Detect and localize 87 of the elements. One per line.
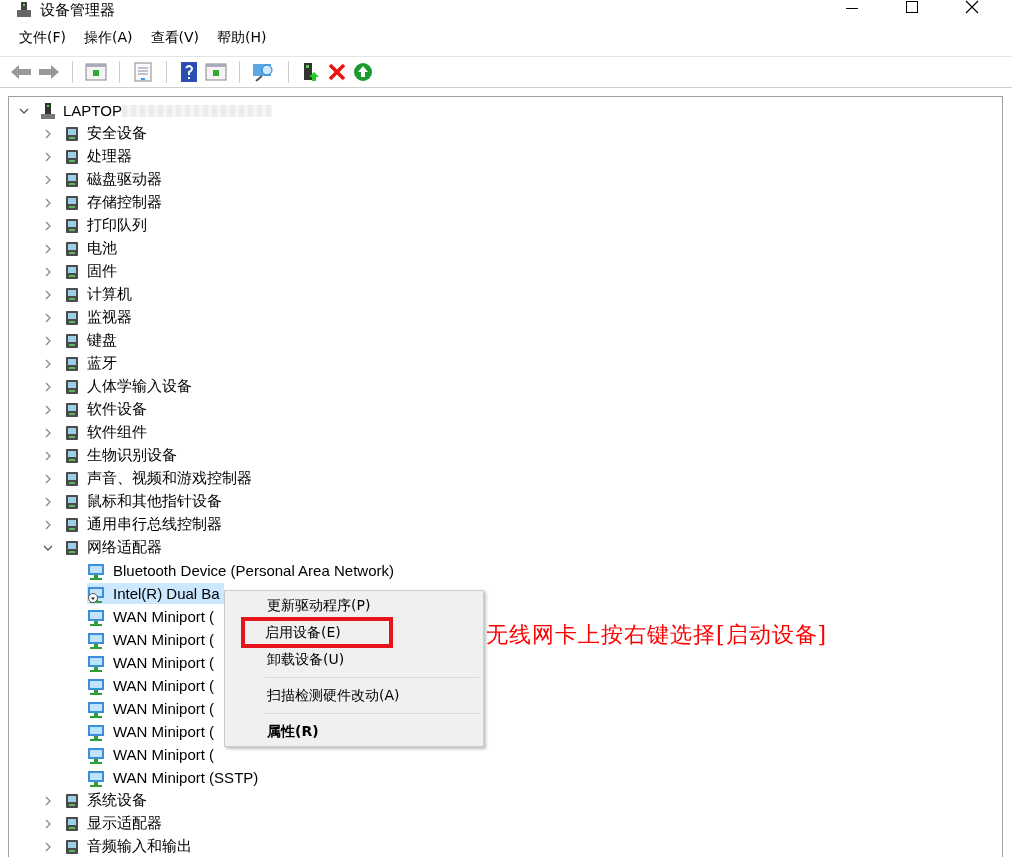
network-adapter-icon	[87, 653, 107, 672]
menu-item[interactable]: 查看(V)	[143, 29, 206, 47]
tree-item[interactable]: 固件	[87, 262, 117, 281]
tree-item[interactable]: 通用串行总线控制器	[87, 515, 222, 534]
device-icon	[63, 262, 81, 281]
tree-item[interactable]: Bluetooth Device (Personal Area Network)	[87, 560, 398, 581]
tree-item[interactable]: 监视器	[87, 308, 132, 327]
tree-item[interactable]: 人体学输入设备	[87, 377, 192, 396]
help-icon[interactable]	[179, 62, 199, 82]
back-arrow-icon[interactable]	[10, 63, 32, 81]
network-adapter-icon	[87, 699, 107, 718]
properties-pane-icon[interactable]	[85, 62, 107, 82]
tree-item[interactable]: 打印队列	[87, 216, 147, 235]
menu-item[interactable]: 文件(F)	[12, 29, 73, 47]
tree-item[interactable]: 生物识别设备	[87, 446, 177, 465]
network-adapter-icon	[87, 768, 107, 787]
menu-item[interactable]: 帮助(H)	[210, 29, 274, 47]
disabled-network-adapter-icon	[87, 584, 107, 603]
device-icon	[63, 124, 81, 143]
device-icon	[63, 446, 81, 465]
uninstall-icon[interactable]	[327, 62, 347, 82]
tree-item[interactable]: WAN Miniport (SSTP)	[87, 767, 263, 788]
device-icon	[63, 814, 81, 833]
device-icon	[63, 538, 81, 557]
tree-item[interactable]: WAN Miniport (	[87, 675, 219, 696]
menu-item[interactable]: 操作(A)	[77, 29, 140, 47]
device-icon	[63, 239, 81, 258]
tree-item[interactable]: WAN Miniport (	[87, 721, 219, 742]
device-icon	[63, 492, 81, 511]
tree-item[interactable]: WAN Miniport (	[87, 606, 219, 627]
device-icon	[63, 216, 81, 235]
tree-item[interactable]: 系统设备	[87, 791, 147, 810]
forward-arrow-icon[interactable]	[38, 63, 60, 81]
tree-item[interactable]: WAN Miniport (	[87, 698, 219, 719]
device-icon	[63, 308, 81, 327]
device-icon	[63, 469, 81, 488]
tree-item[interactable]: 处理器	[87, 147, 132, 166]
tree-item[interactable]: 计算机	[87, 285, 132, 304]
device-icon	[63, 285, 81, 304]
tree-item[interactable]: WAN Miniport (	[87, 744, 219, 765]
network-adapter-icon	[87, 561, 107, 580]
device-icon	[63, 400, 81, 419]
tree-item[interactable]: 安全设备	[87, 124, 147, 143]
tree-item[interactable]: 键盘	[87, 331, 117, 350]
device-icon	[63, 515, 81, 534]
network-adapter-icon	[87, 630, 107, 649]
tree-item[interactable]: 鼠标和其他指针设备	[87, 492, 222, 511]
menu-item[interactable]: 卸载设备(U)	[225, 648, 483, 671]
enable-icon[interactable]	[353, 62, 373, 82]
app-icon	[16, 2, 32, 18]
computer-icon	[39, 101, 57, 120]
annotation-text: 无线网卡上按右键选择[启动设备]	[486, 622, 828, 647]
menu-item[interactable]: 更新驱动程序(P)	[225, 594, 483, 617]
network-adapter-icon	[87, 745, 107, 764]
action-pane-icon[interactable]	[205, 62, 227, 82]
tree-item[interactable]: 声音、视频和游戏控制器	[87, 469, 252, 488]
device-add-icon[interactable]	[301, 62, 321, 82]
device-icon	[63, 147, 81, 166]
menu-item[interactable]: 属性(R)	[225, 720, 483, 743]
tree-item[interactable]: LAPTOP	[63, 102, 122, 119]
tree-item[interactable]: 显示适配器	[87, 814, 162, 833]
tree-item[interactable]: 存储控制器	[87, 193, 162, 212]
document-icon[interactable]	[132, 62, 154, 82]
network-adapter-icon	[87, 607, 107, 626]
tree-item[interactable]: 网络适配器	[87, 538, 162, 557]
tree-item[interactable]: 软件设备	[87, 400, 147, 419]
device-icon	[63, 791, 81, 810]
device-icon	[63, 423, 81, 442]
device-icon	[63, 331, 81, 350]
network-adapter-icon	[87, 676, 107, 695]
tree-item[interactable]: 磁盘驱动器	[87, 170, 162, 189]
tree-item[interactable]: 蓝牙	[87, 354, 117, 373]
device-icon	[63, 377, 81, 396]
window-title: 设备管理器	[40, 0, 115, 20]
device-icon	[63, 837, 81, 856]
device-icon	[63, 354, 81, 373]
menu-item[interactable]: 扫描检测硬件改动(A)	[225, 684, 483, 707]
network-adapter-icon	[87, 722, 107, 741]
device-icon	[63, 170, 81, 189]
tree-item[interactable]: 电池	[87, 239, 117, 258]
scan-monitor-icon[interactable]	[252, 62, 276, 82]
tree-item[interactable]: WAN Miniport (	[87, 652, 219, 673]
tree-item[interactable]: 音频输入和输出	[87, 837, 192, 856]
tree-item[interactable]: WAN Miniport (	[87, 629, 219, 650]
tree-item[interactable]: 软件组件	[87, 423, 147, 442]
device-icon	[63, 193, 81, 212]
menu-item[interactable]: 启用设备(E)	[243, 619, 391, 646]
